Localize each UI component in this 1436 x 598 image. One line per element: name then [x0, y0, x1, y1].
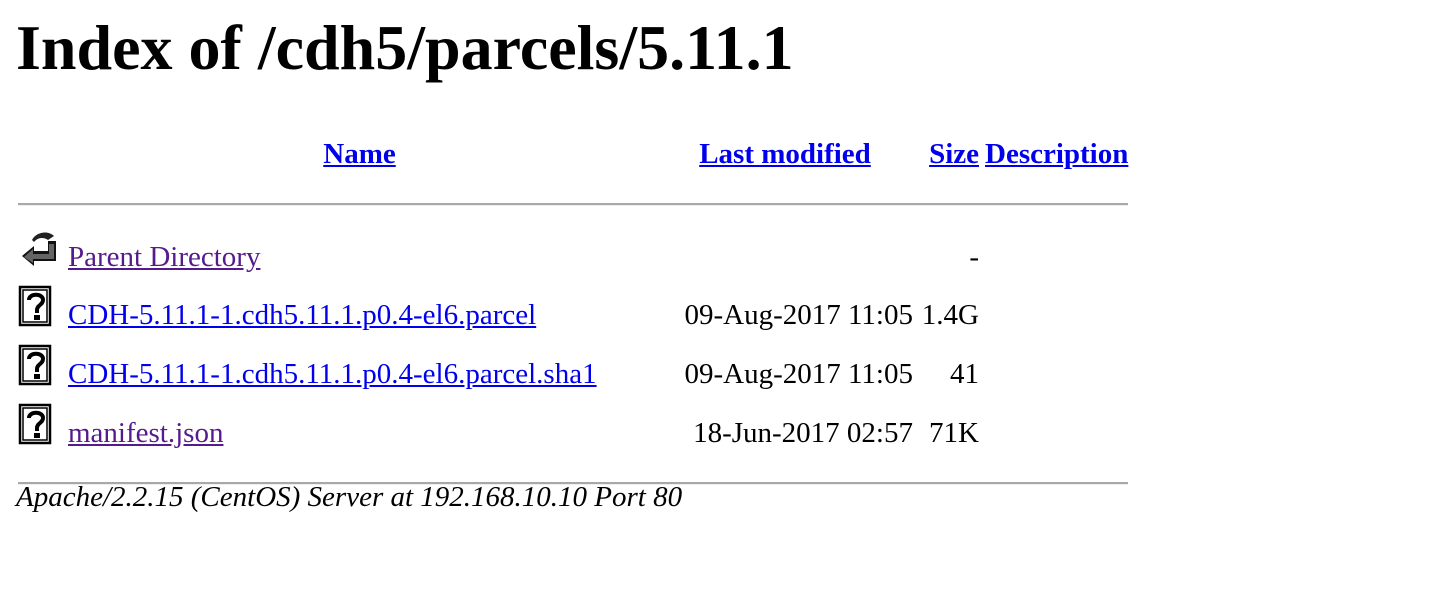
unknown-file-svg — [18, 285, 52, 327]
table-row: Parent Directory - — [18, 228, 1128, 285]
row-name-cell: manifest.json — [68, 403, 651, 462]
sort-by-last-modified-link[interactable]: Last modified — [699, 138, 871, 170]
file-link[interactable]: CDH-5.11.1-1.cdh5.11.1.p0.4-el6.parcel.s… — [68, 358, 597, 390]
row-modified-cell — [657, 228, 913, 285]
row-description-cell — [985, 228, 1128, 285]
file-listing-table: Name Last modified Size Description Pare… — [12, 128, 1134, 504]
unknown-file-icon — [18, 403, 54, 462]
unknown-file-svg — [18, 403, 52, 445]
row-description-cell — [985, 285, 1128, 344]
row-description-cell — [985, 344, 1128, 403]
header-name: Name — [68, 128, 651, 180]
table-row: manifest.json 18-Jun-2017 02:57 71K — [18, 403, 1128, 462]
table-row: CDH-5.11.1-1.cdh5.11.1.p0.4-el6.parcel 0… — [18, 285, 1128, 344]
file-link[interactable]: CDH-5.11.1-1.cdh5.11.1.p0.4-el6.parcel — [68, 299, 536, 331]
parent-directory-link[interactable]: Parent Directory — [68, 241, 260, 273]
sort-by-description-link[interactable]: Description — [985, 138, 1128, 170]
table-row: CDH-5.11.1-1.cdh5.11.1.p0.4-el6.parcel.s… — [18, 344, 1128, 403]
row-size-cell: - — [969, 240, 979, 273]
row-size-cell: 1.4G — [921, 298, 979, 331]
row-icon-cell — [18, 228, 62, 285]
row-modified-cell: 09-Aug-2017 11:05 — [684, 298, 914, 331]
row-modified-cell: 09-Aug-2017 11:05 — [684, 357, 914, 390]
unknown-file-icon — [18, 344, 54, 403]
back-arrow-svg — [22, 232, 56, 266]
unknown-file-svg — [18, 344, 52, 386]
header-icon-cell — [18, 128, 62, 180]
sort-by-name-link[interactable]: Name — [323, 138, 395, 170]
page-title: Index of /cdh5/parcels/5.11.1 — [16, 12, 794, 83]
row-size-cell: 41 — [950, 357, 979, 390]
row-icon-cell — [18, 285, 62, 344]
row-icon-cell — [18, 403, 62, 462]
row-icon-cell — [18, 344, 62, 403]
file-link[interactable]: manifest.json — [68, 417, 223, 449]
header-description: Description — [985, 128, 1128, 180]
row-modified-cell: 18-Jun-2017 02:57 — [693, 416, 913, 449]
back-arrow-icon — [18, 228, 60, 285]
separator-cell — [18, 180, 1129, 228]
server-signature: Apache/2.2.15 (CentOS) Server at 192.168… — [16, 481, 683, 513]
table-header-row: Name Last modified Size Description — [18, 128, 1128, 180]
horizontal-rule — [18, 202, 1129, 206]
row-name-cell: CDH-5.11.1-1.cdh5.11.1.p0.4-el6.parcel — [68, 285, 651, 344]
row-size-cell: 71K — [929, 416, 979, 449]
unknown-file-icon — [18, 285, 54, 344]
row-name-cell: CDH-5.11.1-1.cdh5.11.1.p0.4-el6.parcel.s… — [68, 344, 651, 403]
sort-by-size-link[interactable]: Size — [929, 138, 979, 170]
header-last-modified: Last modified — [657, 128, 913, 180]
row-name-cell: Parent Directory — [68, 228, 651, 285]
row-description-cell — [985, 403, 1128, 462]
separator-row — [18, 180, 1129, 228]
header-size: Size — [919, 128, 979, 180]
